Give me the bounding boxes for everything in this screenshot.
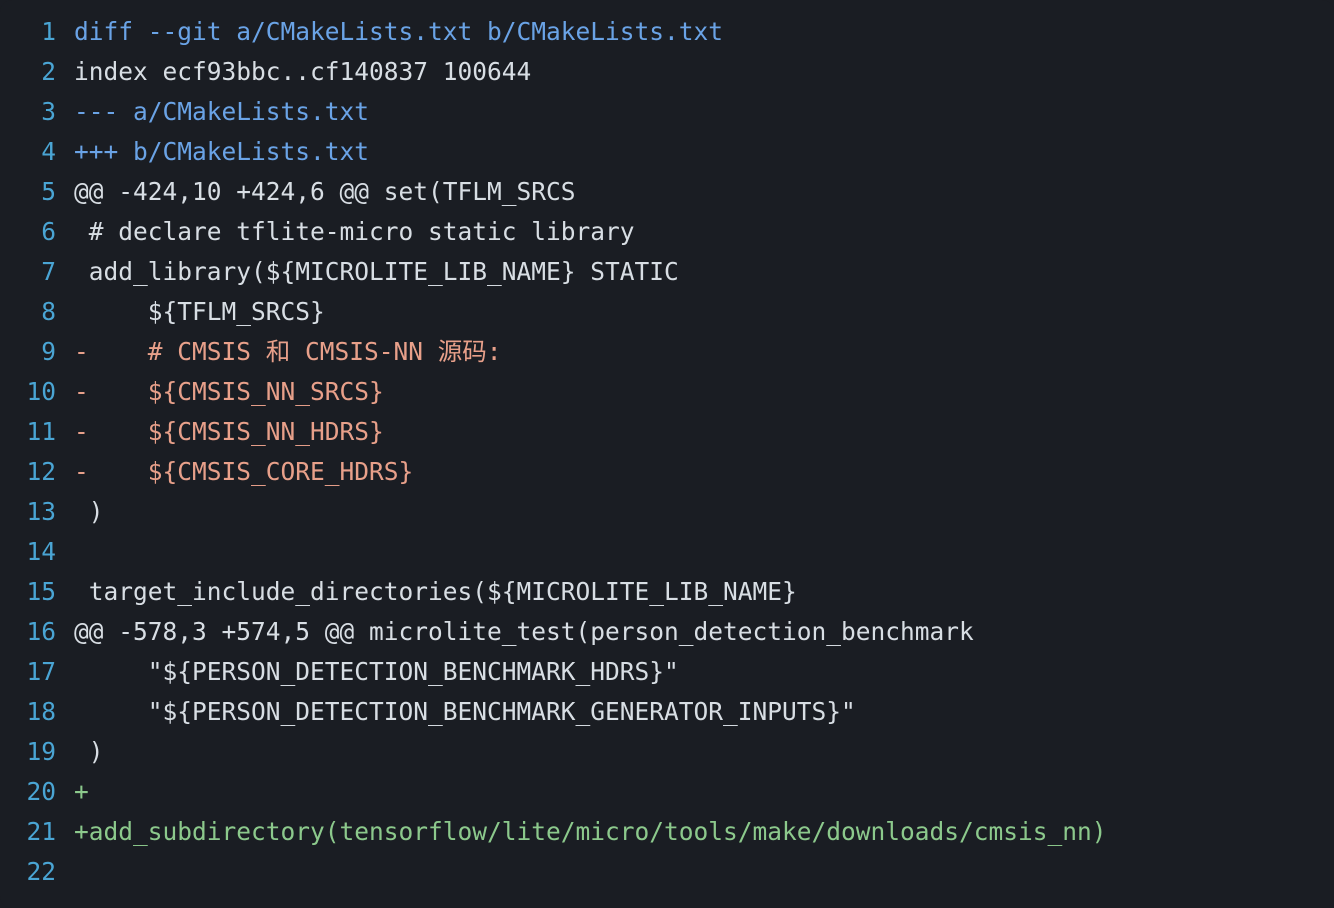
code-line[interactable]: 19 ): [0, 732, 1334, 772]
line-number: 5: [0, 172, 74, 212]
line-number: 11: [0, 412, 74, 452]
line-content[interactable]: @@ -424,10 +424,6 @@ set(TFLM_SRCS: [74, 172, 1334, 212]
line-number: 3: [0, 92, 74, 132]
line-content[interactable]: "${PERSON_DETECTION_BENCHMARK_GENERATOR_…: [74, 692, 1334, 732]
line-content[interactable]: ${TFLM_SRCS}: [74, 292, 1334, 332]
line-number: 20: [0, 772, 74, 812]
code-line[interactable]: 18 "${PERSON_DETECTION_BENCHMARK_GENERAT…: [0, 692, 1334, 732]
line-content[interactable]: - ${CMSIS_NN_SRCS}: [74, 372, 1334, 412]
code-line[interactable]: 13 ): [0, 492, 1334, 532]
line-content[interactable]: - ${CMSIS_CORE_HDRS}: [74, 452, 1334, 492]
code-line[interactable]: 8 ${TFLM_SRCS}: [0, 292, 1334, 332]
code-line[interactable]: 16@@ -578,3 +574,5 @@ microlite_test(per…: [0, 612, 1334, 652]
line-number: 14: [0, 532, 74, 572]
code-line[interactable]: 7 add_library(${MICROLITE_LIB_NAME} STAT…: [0, 252, 1334, 292]
line-content[interactable]: - ${CMSIS_NN_HDRS}: [74, 412, 1334, 452]
line-number: 15: [0, 572, 74, 612]
line-number: 17: [0, 652, 74, 692]
line-content[interactable]: +++ b/CMakeLists.txt: [74, 132, 1334, 172]
code-line[interactable]: 17 "${PERSON_DETECTION_BENCHMARK_HDRS}": [0, 652, 1334, 692]
code-editor[interactable]: 1diff --git a/CMakeLists.txt b/CMakeList…: [0, 0, 1334, 908]
line-content[interactable]: # declare tflite-micro static library: [74, 212, 1334, 252]
line-content[interactable]: add_library(${MICROLITE_LIB_NAME} STATIC: [74, 252, 1334, 292]
line-content[interactable]: +: [74, 772, 1334, 812]
code-line[interactable]: 20+: [0, 772, 1334, 812]
line-content[interactable]: ): [74, 492, 1334, 532]
line-content[interactable]: index ecf93bbc..cf140837 100644: [74, 52, 1334, 92]
line-number: 9: [0, 332, 74, 372]
line-content[interactable]: target_include_directories(${MICROLITE_L…: [74, 572, 1334, 612]
code-line[interactable]: 1diff --git a/CMakeLists.txt b/CMakeList…: [0, 12, 1334, 52]
code-line[interactable]: 21+add_subdirectory(tensorflow/lite/micr…: [0, 812, 1334, 852]
code-line[interactable]: 9- # CMSIS 和 CMSIS-NN 源码:: [0, 332, 1334, 372]
line-number: 22: [0, 852, 74, 892]
code-line[interactable]: 2index ecf93bbc..cf140837 100644: [0, 52, 1334, 92]
line-number: 1: [0, 12, 74, 52]
code-line[interactable]: 3--- a/CMakeLists.txt: [0, 92, 1334, 132]
line-number: 4: [0, 132, 74, 172]
code-line[interactable]: 6 # declare tflite-micro static library: [0, 212, 1334, 252]
code-line[interactable]: 5@@ -424,10 +424,6 @@ set(TFLM_SRCS: [0, 172, 1334, 212]
code-line[interactable]: 11- ${CMSIS_NN_HDRS}: [0, 412, 1334, 452]
line-content[interactable]: - # CMSIS 和 CMSIS-NN 源码:: [74, 332, 1334, 372]
line-number: 13: [0, 492, 74, 532]
line-number: 7: [0, 252, 74, 292]
line-number: 6: [0, 212, 74, 252]
line-number: 21: [0, 812, 74, 852]
line-number: 19: [0, 732, 74, 772]
line-content[interactable]: "${PERSON_DETECTION_BENCHMARK_HDRS}": [74, 652, 1334, 692]
code-line[interactable]: 15 target_include_directories(${MICROLIT…: [0, 572, 1334, 612]
code-line[interactable]: 12- ${CMSIS_CORE_HDRS}: [0, 452, 1334, 492]
line-number: 10: [0, 372, 74, 412]
line-number: 12: [0, 452, 74, 492]
line-number: 16: [0, 612, 74, 652]
line-number: 2: [0, 52, 74, 92]
line-content[interactable]: --- a/CMakeLists.txt: [74, 92, 1334, 132]
line-number: 8: [0, 292, 74, 332]
line-number: 18: [0, 692, 74, 732]
code-line[interactable]: 14: [0, 532, 1334, 572]
line-content[interactable]: +add_subdirectory(tensorflow/lite/micro/…: [74, 812, 1334, 852]
line-content[interactable]: @@ -578,3 +574,5 @@ microlite_test(perso…: [74, 612, 1334, 652]
line-content[interactable]: ): [74, 732, 1334, 772]
code-line[interactable]: 22: [0, 852, 1334, 892]
line-content[interactable]: diff --git a/CMakeLists.txt b/CMakeLists…: [74, 12, 1334, 52]
code-line[interactable]: 4+++ b/CMakeLists.txt: [0, 132, 1334, 172]
code-line[interactable]: 10- ${CMSIS_NN_SRCS}: [0, 372, 1334, 412]
